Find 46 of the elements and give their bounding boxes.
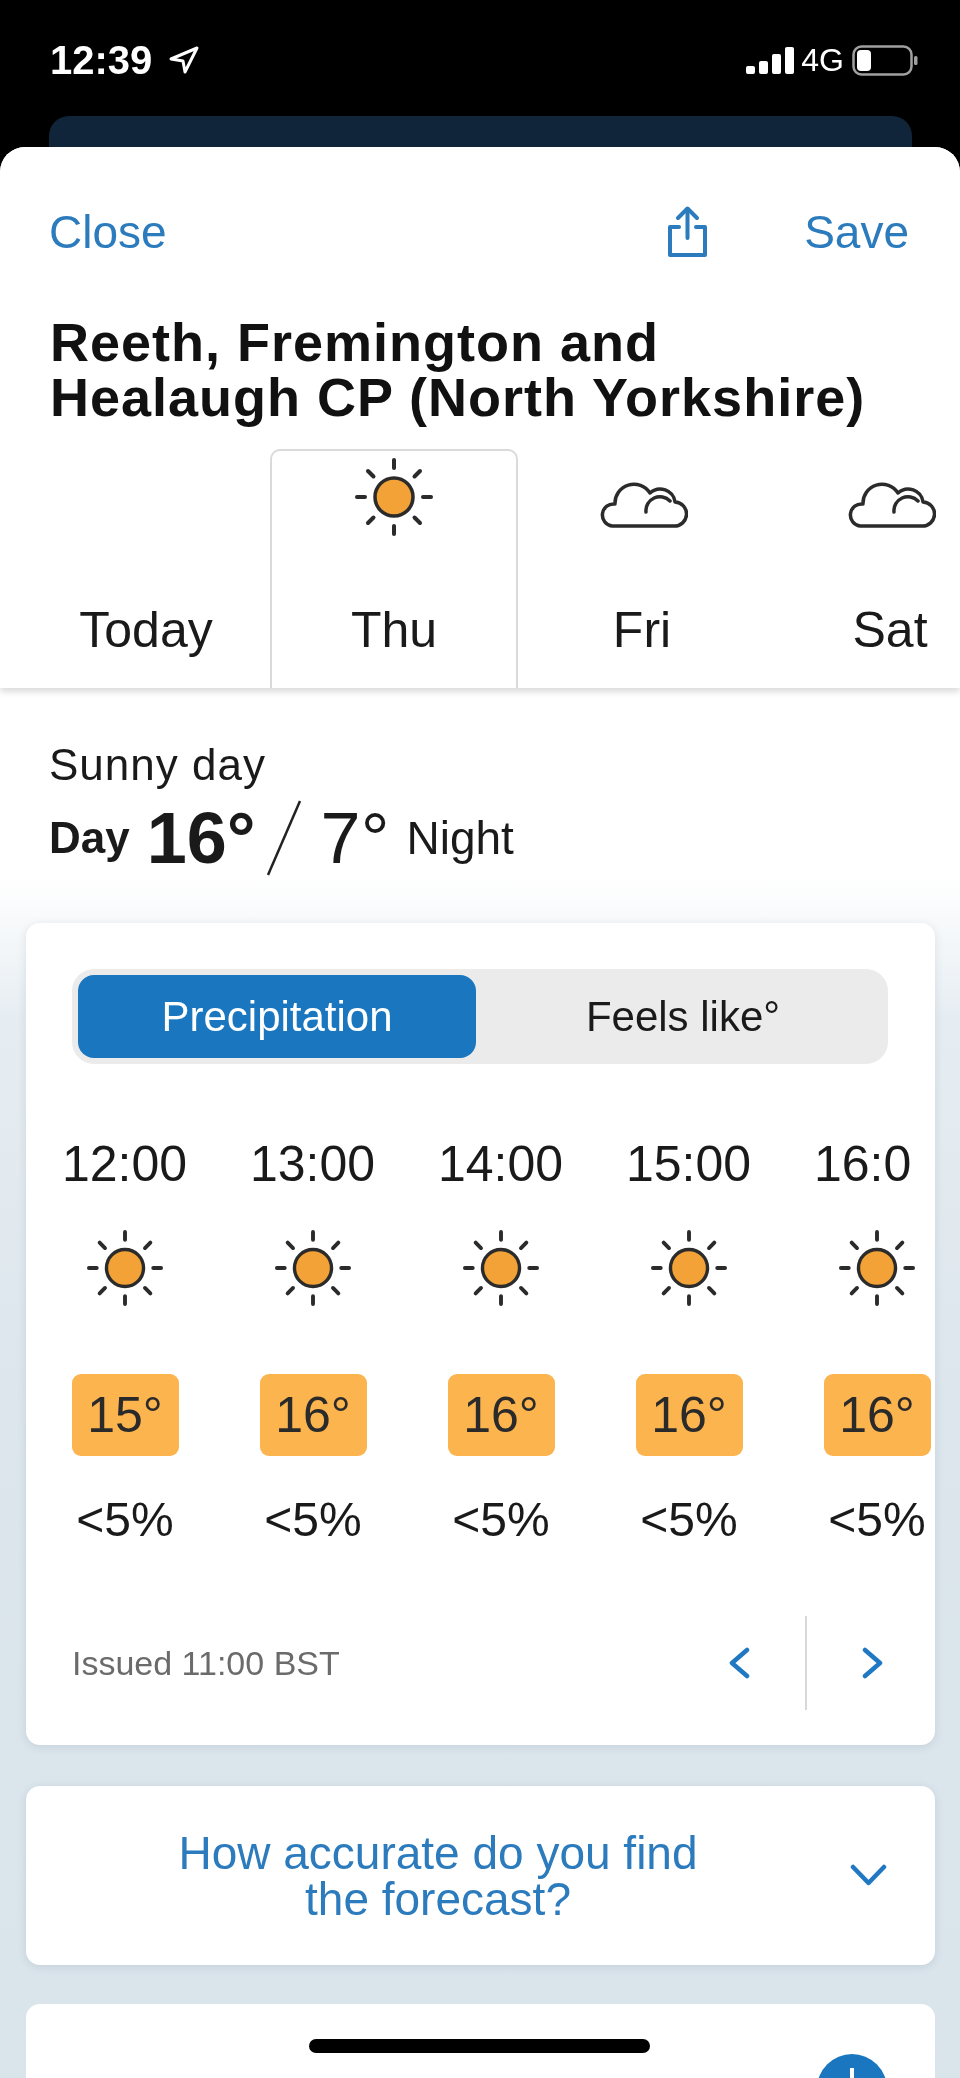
- save-button[interactable]: Save: [804, 205, 909, 259]
- night-temperature: 7°: [320, 797, 390, 880]
- sun-icon: [838, 1229, 916, 1307]
- close-button[interactable]: Close: [49, 205, 167, 259]
- temperature-badge: 15°: [71, 1374, 179, 1456]
- view-tab[interactable]: Precipitation: [78, 975, 476, 1058]
- hour-time: 12:00: [62, 1136, 188, 1192]
- hour-time: 16:0: [814, 1136, 912, 1192]
- temperature-badge: 16°: [259, 1374, 367, 1456]
- day-tab[interactable]: Fri: [518, 449, 766, 688]
- chevron-right-icon[interactable]: [861, 1647, 885, 1679]
- share-icon[interactable]: [666, 205, 710, 259]
- location-title: Reeth, Fremington and Healaugh CP (North Yorkshire): [50, 315, 867, 425]
- network-type: 4G: [801, 42, 844, 78]
- sun-icon: [354, 457, 434, 537]
- feedback-accordion[interactable]: How accurate do you find the forecast?: [26, 1786, 935, 1965]
- hour-time: 15:00: [626, 1136, 752, 1192]
- status-time: 12:39: [50, 38, 153, 82]
- temperature-badge: 16°: [447, 1374, 555, 1456]
- hour-time: 14:00: [438, 1136, 564, 1192]
- view-tab[interactable]: Feels like°: [484, 975, 882, 1058]
- precipitation-chance: <5%: [264, 1492, 362, 1548]
- precipitation-chance: <5%: [828, 1492, 926, 1548]
- slash-icon: [265, 800, 302, 876]
- sun-icon: [86, 1229, 164, 1307]
- temperature-badge: 16°: [635, 1374, 743, 1456]
- precipitation-chance: <5%: [640, 1492, 738, 1548]
- weather-description: Sunny day: [49, 739, 266, 791]
- plus-icon[interactable]: [817, 2054, 887, 2078]
- location-arrow-icon: [168, 46, 201, 74]
- day-temperature: 16°: [146, 797, 256, 880]
- temperature-badge: 16°: [823, 1374, 931, 1456]
- day-tab[interactable]: Sat: [766, 449, 960, 688]
- issued-time: Issued 11:00 BST: [72, 1643, 340, 1683]
- day-tab[interactable]: Today: [22, 449, 270, 688]
- precipitation-chance: <5%: [76, 1492, 174, 1548]
- sun-icon: [650, 1229, 728, 1307]
- sun-icon: [274, 1229, 352, 1307]
- day-label: Day: [49, 812, 130, 864]
- precipitation-chance: <5%: [452, 1492, 550, 1548]
- night-label: Night: [406, 812, 514, 864]
- battery-icon: [852, 44, 918, 76]
- hour-time: 13:00: [250, 1136, 376, 1192]
- signal-icon: [746, 46, 796, 74]
- chevron-left-icon[interactable]: [727, 1647, 751, 1679]
- sun-icon: [462, 1229, 540, 1307]
